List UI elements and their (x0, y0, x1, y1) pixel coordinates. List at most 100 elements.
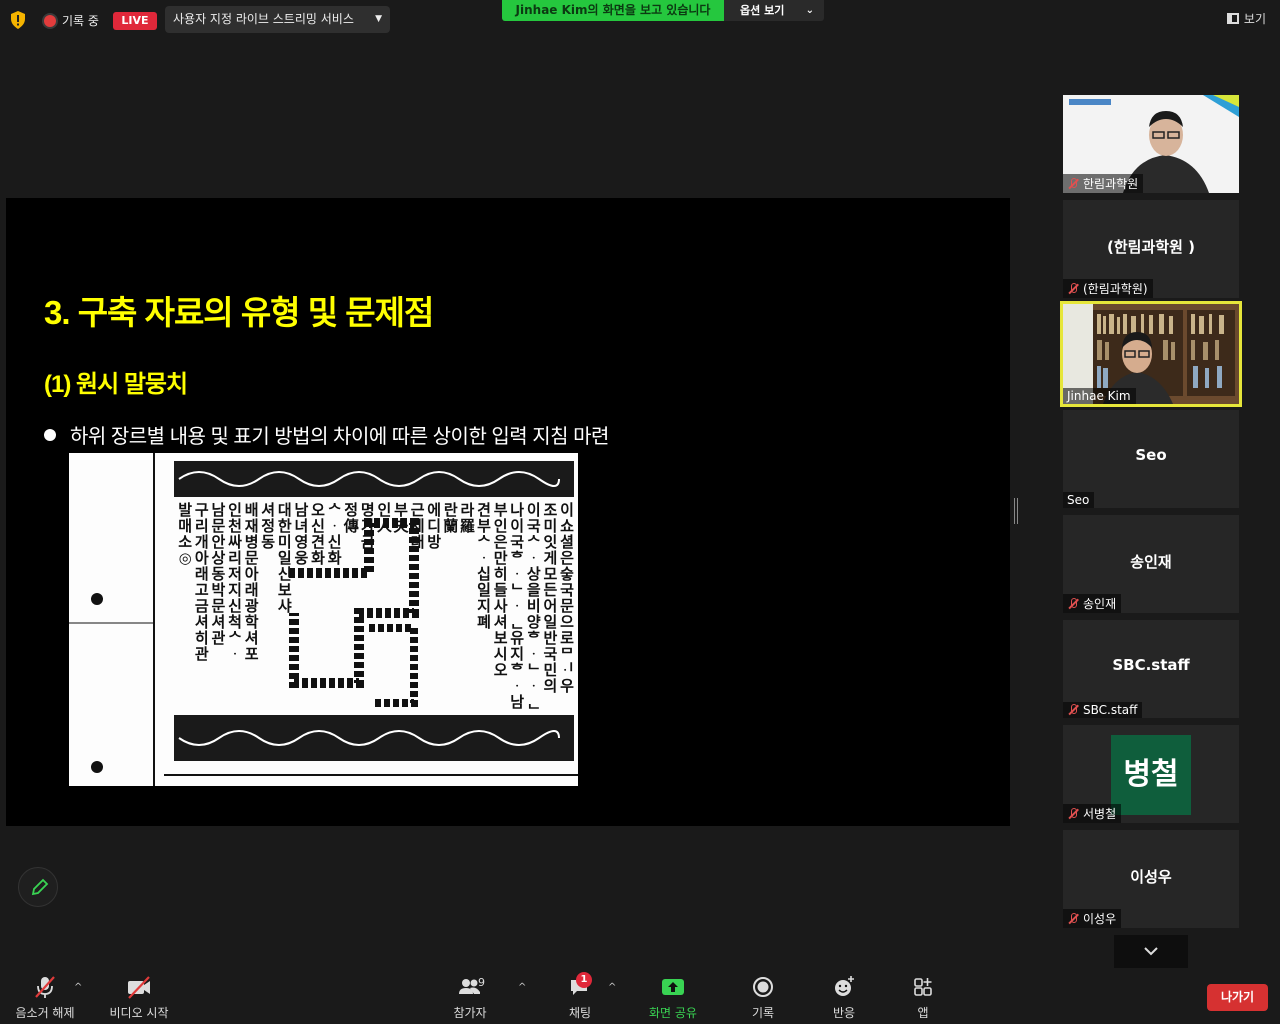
participant-tile-sbc-staff[interactable]: SBC.staff SBC.staff (1063, 620, 1239, 718)
mic-muted-icon (1067, 597, 1079, 610)
record-icon (753, 977, 773, 997)
layout-icon (1226, 13, 1239, 24)
unmute-button[interactable]: 음소거 해제 (12, 974, 78, 1021)
participant-name-label: 이성우 (1063, 909, 1122, 928)
mic-muted-icon (1067, 282, 1079, 295)
start-video-button[interactable]: 비디오 시작 (106, 974, 172, 1021)
scan-glyph: 人 (377, 517, 393, 535)
stream-service-select[interactable]: 사용자 지정 라이브 스트리밍 서비스 ▼ (165, 6, 390, 33)
scan-glyph: 傳 (343, 517, 359, 535)
bullet-icon (44, 428, 56, 441)
security-shield-icon[interactable] (9, 10, 27, 30)
share-screen-icon (662, 979, 684, 995)
slide-subtitle: (1) 원시 말뭉치 (44, 371, 188, 398)
share-screen-button[interactable]: 화면 공유 (645, 974, 701, 1021)
panel-resize-handle[interactable] (1014, 498, 1018, 524)
participant-tile-seo[interactable]: Seo Seo (1063, 410, 1239, 508)
participant-name-label: 서병철 (1063, 804, 1122, 823)
slide-title: 3. 구축 자료의 유형 및 문제점 (44, 294, 434, 331)
start-video-label: 비디오 시작 (109, 1006, 169, 1020)
participant-display-name: (한림과학원 ) (1107, 238, 1195, 256)
scan-glyph: 羅 (460, 517, 475, 535)
scan-glyph: ◎ (179, 549, 192, 567)
scan-glyph: 대 (411, 533, 425, 551)
scan-glyph: 샤 (278, 597, 292, 615)
scan-glyph: 금 (361, 533, 375, 551)
participant-tile-lee-seongwoo[interactable]: 이성우 이성우 (1063, 830, 1239, 928)
participant-display-name: SBC.staff (1112, 656, 1190, 674)
record-label: 기록 (751, 1006, 775, 1020)
scan-glyph: 蘭 (443, 517, 458, 535)
slide-bullet: 하위 장르별 내용 및 표기 방법의 차이에 따른 상이한 입력 지침 마련 (44, 420, 609, 449)
participant-avatar: 병철 (1111, 735, 1191, 815)
scan-glyph: 포 (245, 645, 259, 663)
pencil-icon (31, 878, 49, 896)
participant-tile-hallym-video[interactable]: 한림과학원 (1063, 95, 1239, 193)
participant-name: 서병철 (1083, 807, 1117, 821)
scan-glyph: 화 (311, 549, 325, 567)
participant-name-label: SBC.staff (1063, 702, 1143, 718)
participant-display-name: Seo (1135, 446, 1167, 464)
scan-glyph: 우 (560, 677, 574, 695)
meeting-toolbar: 음소거 해제 ^ 비디오 시작 9 참가자 ^ 1 채팅 ^ 화면 공유 기록 … (0, 964, 1280, 1024)
participant-display-name: 이성우 (1130, 868, 1172, 886)
participant-tile-jinhae-kim[interactable]: Jinhae Kim (1060, 301, 1242, 407)
participant-name-label: (한림과학원) (1063, 279, 1153, 298)
participants-options-caret-icon[interactable]: ^ (518, 982, 526, 993)
mic-muted-icon (1067, 807, 1079, 820)
chat-label: 채팅 (568, 1006, 592, 1020)
participant-name: 한림과학원 (1083, 177, 1139, 191)
participants-button[interactable]: 9 참가자 (446, 974, 494, 1021)
record-button[interactable]: 기록 (744, 974, 782, 1021)
scan-glyph: 관 (211, 629, 225, 647)
scan-glyph: 관 (195, 645, 209, 663)
annotate-button[interactable] (18, 867, 58, 907)
smiley-icon (835, 976, 854, 996)
audio-options-caret-icon[interactable]: ^ (74, 982, 82, 993)
participants-label: 참가자 (453, 1006, 487, 1020)
record-dot-icon (44, 14, 56, 27)
participant-name: 이성우 (1083, 912, 1117, 926)
scan-glyph: ᆫ (527, 693, 541, 711)
mic-muted-icon (1067, 704, 1079, 716)
view-options-label: 옵션 보기 (740, 4, 785, 17)
slide-bullet-text: 하위 장르별 내용 및 표기 방법의 차이에 따른 상이한 입력 지침 마련 (70, 426, 609, 448)
unmute-label: 음소거 해제 (15, 1006, 75, 1020)
apps-button[interactable]: 앱 (910, 974, 936, 1021)
share-screen-label: 화면 공유 (649, 1006, 697, 1020)
participant-name: 송인재 (1083, 597, 1117, 611)
scan-glyph: 오 (494, 661, 508, 679)
view-label: 보기 (1243, 12, 1266, 26)
mic-muted-icon (1067, 177, 1079, 190)
scan-glyph: 남 (510, 693, 524, 711)
participant-name-label: 한림과학원 (1063, 174, 1144, 193)
scan-glyph: 화 (328, 549, 342, 567)
participant-tile-hallym[interactable]: (한림과학원 ) (한림과학원) (1063, 200, 1239, 298)
caret-down-icon: ▼ (375, 14, 382, 24)
scan-glyph: 폐 (477, 613, 491, 631)
chevron-down-icon: ⌄ (805, 5, 814, 16)
apps-label: 앱 (917, 1006, 929, 1020)
participant-tile-song-injae[interactable]: 송인재 송인재 (1063, 515, 1239, 613)
participant-display-name: 송인재 (1130, 553, 1172, 571)
participant-tile-seo-byeongcheol[interactable]: 병철 서병철 (1063, 725, 1239, 823)
participant-name-label: Jinhae Kim (1063, 388, 1136, 404)
recording-indicator[interactable]: 기록 중 (44, 12, 99, 29)
leave-meeting-button[interactable]: 나가기 (1207, 984, 1268, 1011)
participants-count: 9 (478, 976, 485, 989)
live-badge[interactable]: LIVE (113, 12, 157, 30)
participant-name-label: 송인재 (1063, 594, 1122, 613)
chat-options-caret-icon[interactable]: ^ (608, 982, 616, 993)
participant-name: SBC.staff (1083, 703, 1138, 717)
participant-name: Seo (1067, 493, 1090, 507)
view-options-button[interactable]: 옵션 보기 ⌄ (724, 0, 824, 21)
newspaper-scan-svg: 이쇼셜은숳국문으로ᄆᆡ우조미잇게모든어일반국민의이국ᄉᆞ상을비양ᄒᆞᄂᆞᆫ나이국… (69, 453, 578, 786)
stream-service-value: 사용자 지정 라이브 스트리밍 서비스 (173, 12, 354, 26)
reactions-button[interactable]: 반응 (826, 974, 862, 1021)
participant-name: Jinhae Kim (1067, 389, 1131, 403)
view-button[interactable]: 보기 (1226, 10, 1266, 27)
apps-icon (914, 978, 932, 996)
chat-button[interactable]: 1 채팅 (560, 972, 600, 1021)
mic-muted-icon (1067, 912, 1079, 925)
video-off-icon (128, 976, 150, 999)
